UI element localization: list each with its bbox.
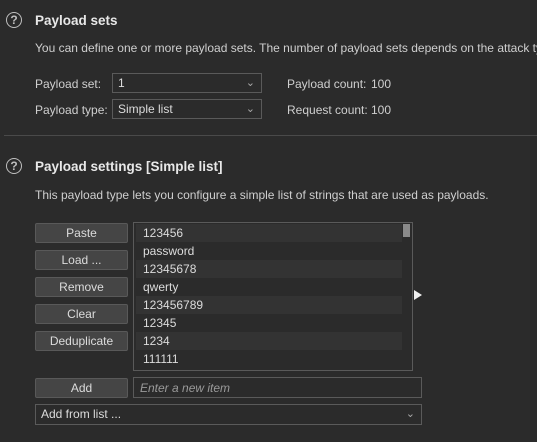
help-icon[interactable]: ? <box>6 12 22 28</box>
section-divider <box>4 135 537 136</box>
new-item-field[interactable] <box>133 377 422 398</box>
payload-settings-title: Payload settings [Simple list] <box>35 159 223 174</box>
payload-set-select[interactable]: 1 ⌄ <box>112 73 262 93</box>
mouse-pointer-icon <box>414 290 422 300</box>
list-item[interactable]: 12345678 <box>136 260 402 278</box>
add-from-list-label: Add from list ... <box>41 407 122 421</box>
chevron-down-icon: ⌄ <box>405 408 415 420</box>
list-item[interactable]: qwerty <box>136 278 402 296</box>
list-item[interactable]: 123456789 <box>136 296 402 314</box>
list-item[interactable]: 111111 <box>136 350 402 368</box>
payload-count-value: 100 <box>371 77 392 91</box>
payload-sets-description: You can define one or more payload sets.… <box>35 41 537 55</box>
payload-list[interactable]: 123456 password 12345678 qwerty 12345678… <box>133 222 413 371</box>
list-item[interactable]: 123456 <box>136 224 402 242</box>
chevron-down-icon: ⌄ <box>245 103 255 115</box>
remove-button[interactable]: Remove <box>35 277 128 297</box>
list-scrollbar[interactable] <box>402 224 411 369</box>
list-item[interactable]: password <box>136 242 402 260</box>
payload-set-value: 1 <box>118 76 125 90</box>
payload-type-label: Payload type: <box>35 103 108 117</box>
add-from-list-select[interactable]: Add from list ... ⌄ <box>35 404 422 425</box>
list-item[interactable]: 12345 <box>136 314 402 332</box>
request-count-value: 100 <box>371 103 392 117</box>
add-button[interactable]: Add <box>35 378 128 398</box>
chevron-down-icon: ⌄ <box>245 77 255 89</box>
payload-count-label: Payload count: <box>287 77 367 91</box>
help-icon[interactable]: ? <box>6 158 22 174</box>
request-count-label: Request count: <box>287 103 368 117</box>
payload-type-select[interactable]: Simple list ⌄ <box>112 99 262 119</box>
load-button[interactable]: Load ... <box>35 250 128 270</box>
paste-button[interactable]: Paste <box>35 223 128 243</box>
payload-sets-title: Payload sets <box>35 13 118 28</box>
clear-button[interactable]: Clear <box>35 304 128 324</box>
payload-type-value: Simple list <box>118 102 173 116</box>
payload-set-label: Payload set: <box>35 77 102 91</box>
payload-settings-description: This payload type lets you configure a s… <box>35 188 489 202</box>
deduplicate-button[interactable]: Deduplicate <box>35 331 128 351</box>
new-item-input[interactable] <box>134 378 421 397</box>
list-item[interactable]: 1234 <box>136 332 402 350</box>
scrollbar-thumb[interactable] <box>403 224 410 237</box>
